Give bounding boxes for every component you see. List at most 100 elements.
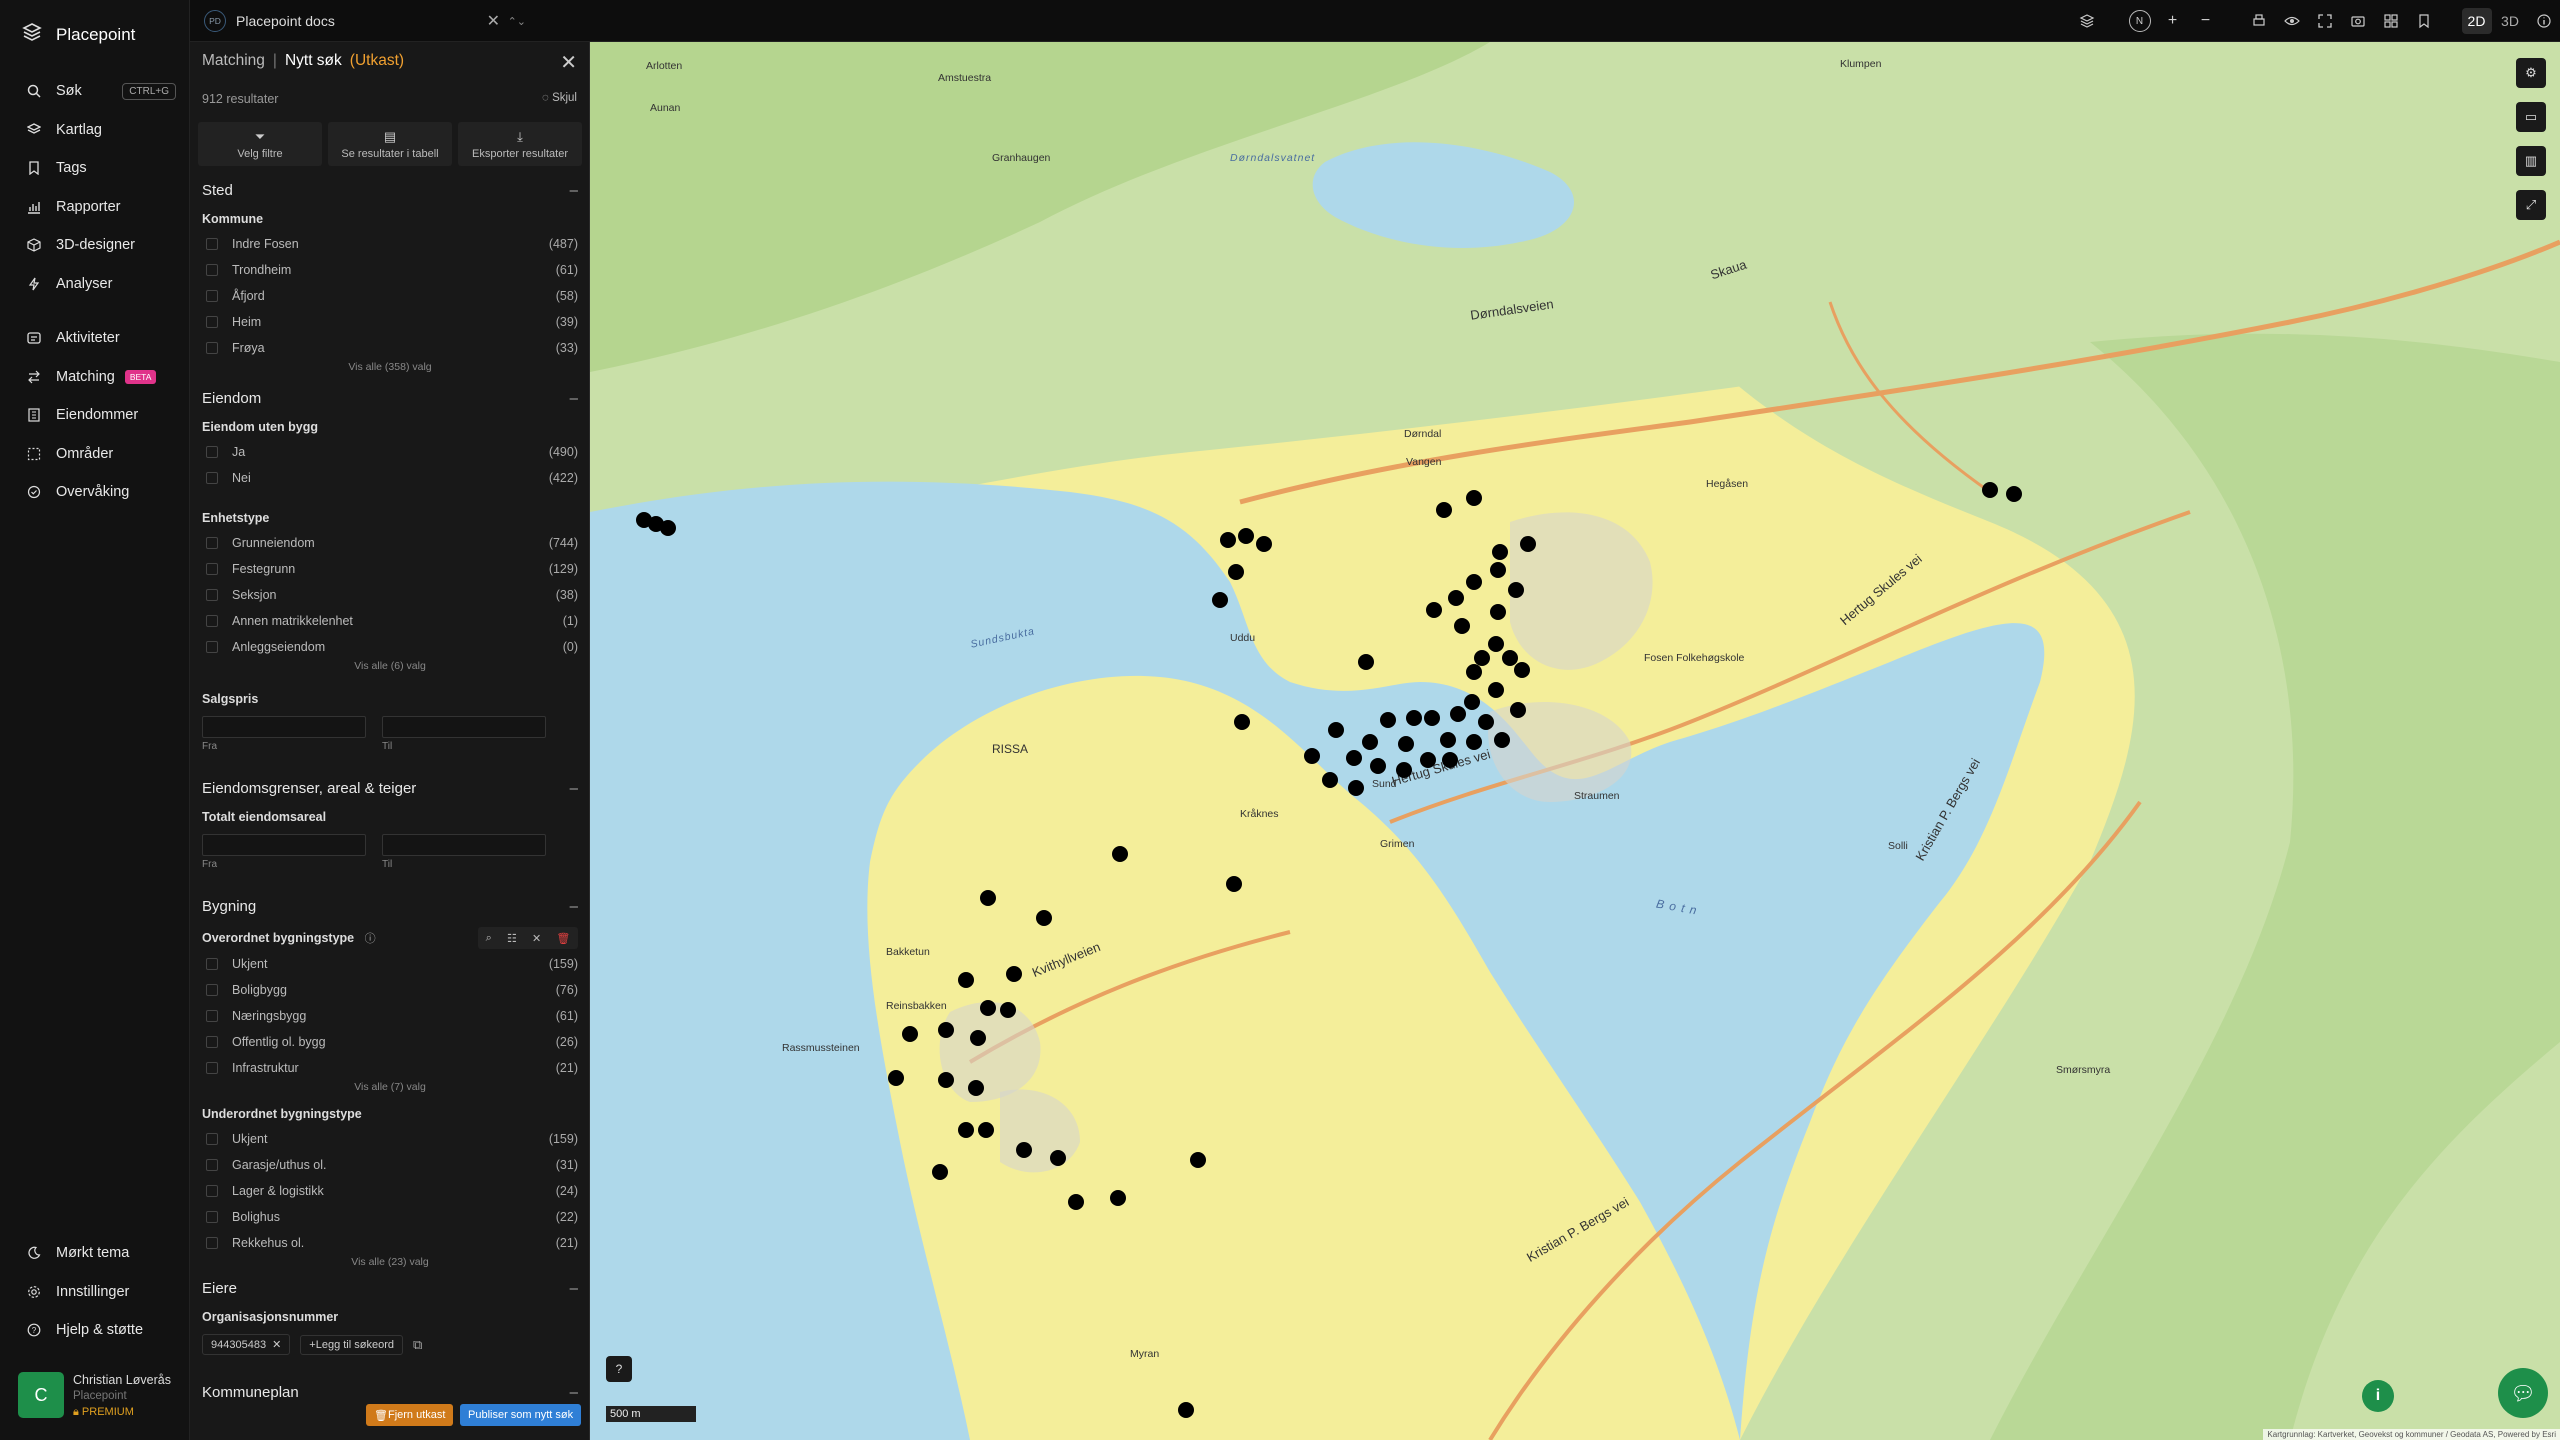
property-marker[interactable] [1424,710,1440,726]
property-marker[interactable] [1380,712,1396,728]
area-to-input[interactable] [382,834,546,856]
property-marker[interactable] [1398,736,1414,752]
show-all-link[interactable]: Vis alle (23) valg [202,1256,578,1268]
property-marker[interactable] [1450,706,1466,722]
property-marker[interactable] [1454,618,1470,634]
analysis-button[interactable]: ⤢ [2516,190,2546,220]
filter-option[interactable]: Grunneiendom (744) [202,530,578,556]
fullscreen-icon[interactable] [2308,0,2341,42]
checkbox[interactable] [206,537,218,549]
collapse-icon[interactable]: – [570,1280,578,1297]
filter-option[interactable]: Heim (39) [202,309,578,335]
camera-icon[interactable] [2341,0,2374,42]
bookmark-icon[interactable] [2407,0,2440,42]
property-marker[interactable] [1466,490,1482,506]
checkbox[interactable] [206,1159,218,1171]
property-marker[interactable] [1068,1194,1084,1210]
export-button[interactable]: ⤓ Eksporter resultater [458,122,582,166]
property-marker[interactable] [1494,732,1510,748]
filter-option[interactable]: Lager & logistikk (24) [202,1178,578,1204]
collapse-icon[interactable]: – [570,390,578,407]
filter-option[interactable]: Åfjord (58) [202,283,578,309]
section-header[interactable]: Bygning – [202,898,578,915]
show-all-link[interactable]: Vis alle (358) valg [202,361,578,373]
checkbox[interactable] [206,264,218,276]
property-marker[interactable] [1190,1152,1206,1168]
checkbox[interactable] [206,1036,218,1048]
property-marker[interactable] [958,972,974,988]
filter-option[interactable]: Bolighus (22) [202,1204,578,1230]
checkbox[interactable] [206,1133,218,1145]
compass-button[interactable]: N [2123,0,2156,42]
property-marker[interactable] [1036,910,1052,926]
property-marker[interactable] [1488,636,1504,652]
filter-option[interactable]: Seksjon (38) [202,582,578,608]
add-search-term-button[interactable]: + Legg til søkeord [300,1334,403,1355]
checkbox[interactable] [206,615,218,627]
print-icon[interactable] [2242,0,2275,42]
close-icon[interactable]: ✕ [487,11,500,31]
checkbox[interactable] [206,589,218,601]
grid-icon[interactable] [2374,0,2407,42]
nav-item-settings[interactable]: Innstillinger [0,1273,190,1312]
property-marker[interactable] [1358,654,1374,670]
property-marker[interactable] [1426,602,1442,618]
view-2d-toggle[interactable]: 2D [2460,0,2493,42]
property-marker[interactable] [1440,732,1456,748]
checkbox[interactable] [206,984,218,996]
property-marker[interactable] [1112,846,1128,862]
property-marker[interactable] [1490,604,1506,620]
filter-option[interactable]: Garasje/uthus ol. (31) [202,1152,578,1178]
property-marker[interactable] [958,1122,974,1138]
filter-option[interactable]: Anleggseiendom (0) [202,634,578,660]
nav-item-overvaking[interactable]: Overvåking [0,473,190,512]
nav-item-eiendommer[interactable]: Eiendommer [0,396,190,435]
nav-item-rapporter[interactable]: Rapporter [0,188,190,227]
property-marker[interactable] [888,1070,904,1086]
property-marker[interactable] [1228,564,1244,580]
area-from-input[interactable] [202,834,366,856]
property-marker[interactable] [1420,752,1436,768]
property-marker[interactable] [1322,772,1338,788]
checkbox[interactable] [206,342,218,354]
breadcrumb[interactable]: Matching [202,52,265,70]
checkbox[interactable] [206,1237,218,1249]
show-all-link[interactable]: Vis alle (6) valg [202,660,578,672]
property-marker[interactable] [980,890,996,906]
property-marker[interactable] [1466,734,1482,750]
publish-search-button[interactable]: Publiser som nytt søk [460,1404,582,1426]
brand[interactable]: Placepoint [22,22,135,47]
property-marker[interactable] [1016,1142,1032,1158]
section-header[interactable]: Eiendomsgrenser, areal & teiger – [202,780,578,797]
property-marker[interactable] [902,1026,918,1042]
filter-option[interactable]: Rekkehus ol. (21) [202,1230,578,1256]
section-header[interactable]: Eiendom – [202,390,578,407]
map-help-button[interactable]: ? [606,1356,632,1382]
property-marker[interactable] [1488,682,1504,698]
checkbox[interactable] [206,958,218,970]
property-marker[interactable] [938,1072,954,1088]
property-marker[interactable] [2006,486,2022,502]
nav-item-analyser[interactable]: Analyser [0,265,190,304]
filter-option[interactable]: Indre Fosen (487) [202,231,578,257]
property-marker[interactable] [1226,876,1242,892]
collapse-icon[interactable]: – [570,182,578,199]
property-marker[interactable] [1406,710,1422,726]
property-marker[interactable] [968,1080,984,1096]
chevron-updown-icon[interactable]: ⌃⌄ [508,15,526,28]
collapse-icon[interactable]: – [570,1384,578,1401]
zoom-out-button[interactable]: − [2189,0,2222,42]
map-view[interactable]: Arlotten Aunan Amstuestra Klumpen Granha… [590,42,2560,1440]
property-marker[interactable] [1234,714,1250,730]
property-marker[interactable] [1212,592,1228,608]
property-marker[interactable] [660,520,676,536]
list-icon[interactable]: ☷ [507,932,517,945]
property-marker[interactable] [1448,590,1464,606]
property-marker[interactable] [1256,536,1272,552]
property-marker[interactable] [1178,1402,1194,1418]
nav-item-kartlag[interactable]: Kartlag [0,111,190,150]
property-marker[interactable] [1304,748,1320,764]
layers-stack-icon[interactable] [2070,0,2103,42]
info-button[interactable]: i [2362,1380,2394,1412]
checkbox[interactable] [206,563,218,575]
